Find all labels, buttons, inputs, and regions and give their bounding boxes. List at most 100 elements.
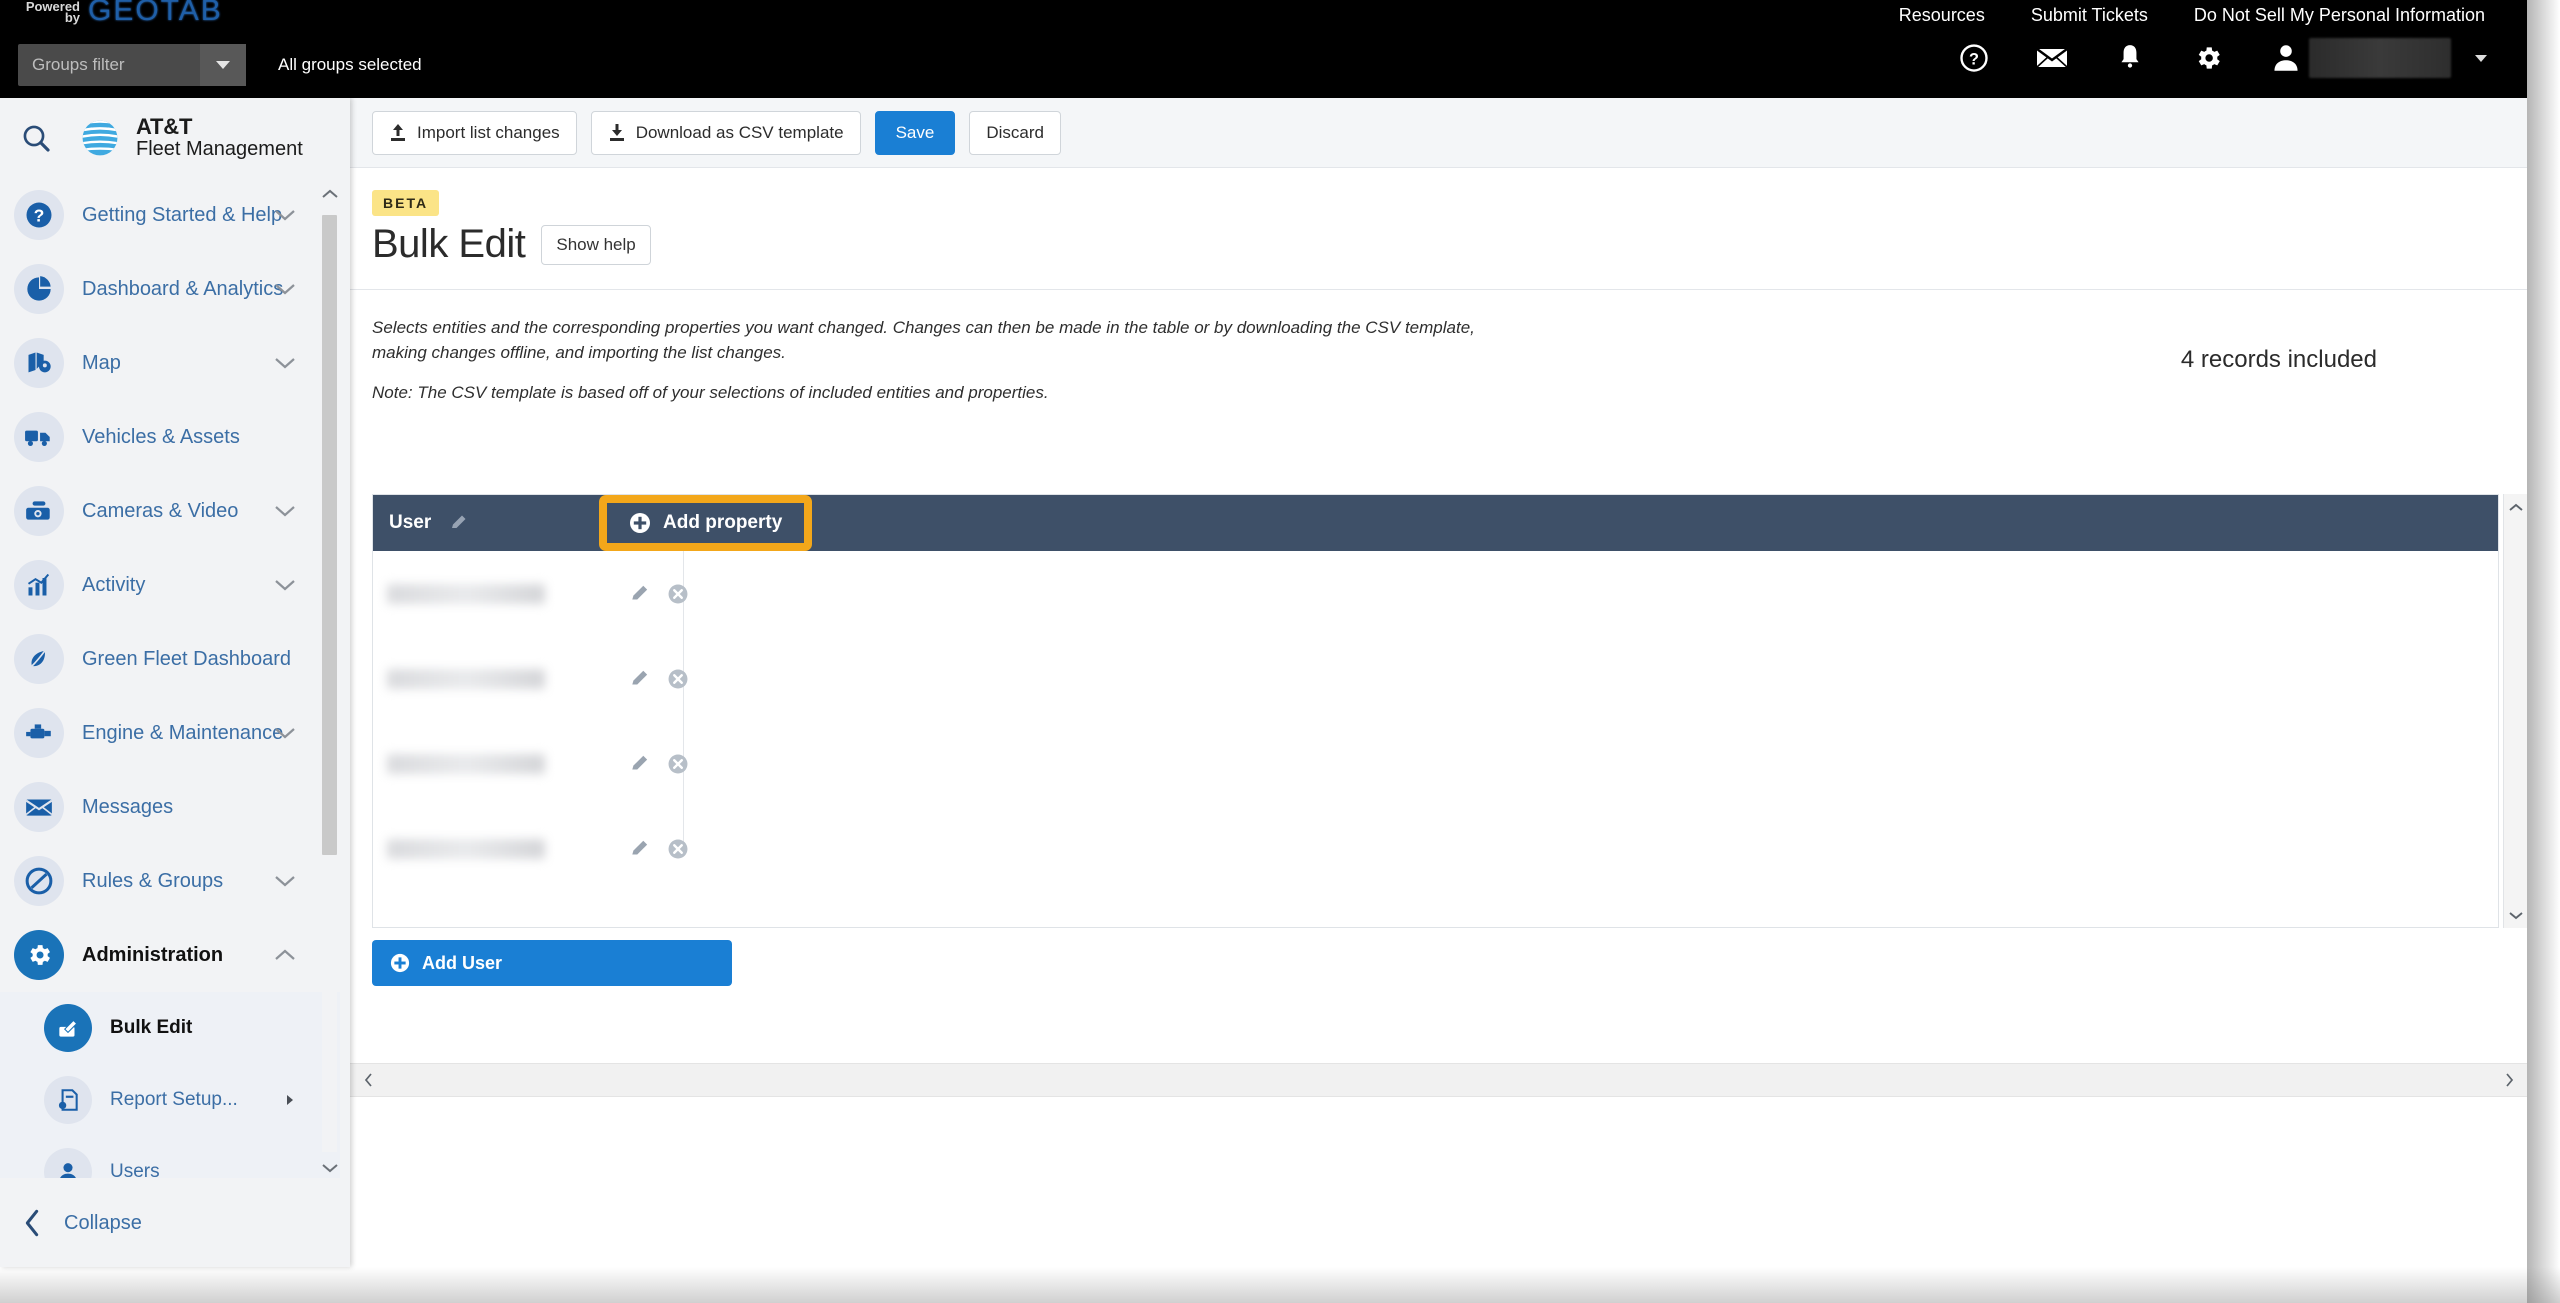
chevron-down-icon[interactable] (274, 504, 296, 518)
sidebar-nav-scroll: ? Getting Started & Help Dashboard & Ana… (0, 178, 340, 1178)
show-help-label: Show help (556, 234, 636, 254)
sidebar-item-administration[interactable]: Administration (0, 918, 340, 992)
show-help-button[interactable]: Show help (541, 224, 651, 265)
sidebar-item-engine-maintenance[interactable]: Engine & Maintenance (0, 696, 340, 770)
add-property-button[interactable]: Add property (603, 499, 809, 547)
leaf-icon (14, 634, 64, 684)
chevron-down-icon[interactable] (274, 356, 296, 370)
sidebar-item-vehicles-assets[interactable]: Vehicles & Assets (0, 400, 340, 474)
download-csv-template-button[interactable]: Download as CSV template (590, 110, 861, 155)
user-menu[interactable] (2269, 38, 2487, 78)
import-list-changes-button[interactable]: Import list changes (372, 110, 577, 155)
plus-circle-icon (630, 513, 650, 533)
chevron-down-icon[interactable] (274, 874, 296, 888)
sidebar-item-bulk-edit[interactable]: Bulk Edit (0, 992, 340, 1064)
remove-circle-icon[interactable] (665, 666, 691, 692)
bulk-edit-table: User Add property (372, 494, 2499, 928)
search-icon[interactable] (16, 118, 56, 158)
help-icon[interactable]: ? (1957, 41, 1991, 75)
geotab-logo: Powered by GEOTAB (22, 0, 282, 28)
scroll-down-icon[interactable] (320, 1156, 340, 1180)
remove-circle-icon[interactable] (665, 751, 691, 777)
bottom-edge-shadow (0, 1267, 2560, 1303)
remove-circle-icon[interactable] (665, 581, 691, 607)
bell-icon[interactable] (2113, 41, 2147, 75)
row-actions (627, 666, 691, 692)
link-do-not-sell[interactable]: Do Not Sell My Personal Information (2194, 5, 2485, 26)
table-body (373, 551, 2498, 927)
pencil-icon[interactable] (627, 666, 653, 692)
sidebar-item-dashboard-analytics[interactable]: Dashboard & Analytics (0, 252, 340, 326)
column-header-label: User (389, 512, 432, 533)
left-sidebar: AT&T Fleet Management ? Getting Started … (0, 98, 350, 1267)
gear-icon (14, 930, 64, 980)
save-label: Save (895, 122, 935, 142)
link-submit-tickets[interactable]: Submit Tickets (2031, 5, 2148, 26)
page-header: BETA Bulk Edit Show help (350, 168, 2527, 290)
scroll-up-icon[interactable] (2504, 494, 2528, 520)
row-actions (627, 836, 691, 862)
groups-filter-placeholder: Groups filter (32, 55, 125, 74)
add-property-label: Add property (663, 512, 783, 533)
table-vertical-scrollbar[interactable] (2503, 494, 2527, 928)
sidebar-item-map[interactable]: Map (0, 326, 340, 400)
table-row[interactable] (373, 551, 2498, 636)
chevron-down-icon[interactable] (2475, 54, 2487, 62)
description-text: Selects entities and the corresponding p… (372, 318, 1475, 362)
sidebar-label: Report Setup... (110, 1089, 238, 1110)
no-entry-icon (14, 856, 64, 906)
sidebar-scrollbar[interactable] (318, 180, 340, 1180)
svg-text:?: ? (34, 205, 45, 225)
top-icon-bar: ? (1957, 38, 2487, 78)
table-row[interactable] (373, 806, 2498, 891)
chevron-down-icon[interactable] (274, 282, 296, 296)
scroll-up-icon[interactable] (320, 182, 340, 206)
sidebar-label: Vehicles & Assets (82, 425, 240, 448)
chevron-up-icon[interactable] (274, 948, 296, 962)
user-icon (44, 1148, 92, 1178)
sidebar-label: Users (110, 1161, 160, 1178)
table-row[interactable] (373, 636, 2498, 721)
sidebar-item-green-fleet-dashboard[interactable]: Green Fleet Dashboard (0, 622, 340, 696)
row-user-name-redacted (387, 668, 545, 689)
app-root: Powered by GEOTAB Resources Submit Ticke… (0, 0, 2560, 1303)
records-included-count: 4 records included (2180, 346, 2377, 373)
scroll-left-icon[interactable] (358, 1068, 378, 1092)
user-name-redacted (2309, 38, 2451, 78)
scrollbar-thumb[interactable] (322, 215, 337, 855)
download-icon (609, 123, 624, 141)
discard-button[interactable]: Discard (969, 110, 1061, 155)
groups-filter-caret[interactable] (200, 44, 246, 86)
pencil-icon[interactable] (449, 513, 469, 533)
sidebar-item-report-setup[interactable]: Report Setup... (0, 1064, 340, 1136)
sidebar-item-getting-started[interactable]: ? Getting Started & Help (0, 178, 340, 252)
row-user-name-redacted (387, 583, 545, 604)
groups-filter-dropdown[interactable]: Groups filter (18, 44, 246, 86)
sidebar-item-activity[interactable]: Activity (0, 548, 340, 622)
sidebar-label: Getting Started & Help (82, 203, 283, 226)
chevron-right-icon[interactable] (284, 1093, 296, 1107)
link-resources[interactable]: Resources (1899, 5, 1985, 26)
sidebar-item-cameras-video[interactable]: Cameras & Video (0, 474, 340, 548)
sidebar-label: Map (82, 351, 121, 374)
table-row[interactable] (373, 721, 2498, 806)
scroll-down-icon[interactable] (2504, 902, 2528, 928)
sidebar-item-messages[interactable]: Messages (0, 770, 340, 844)
remove-circle-icon[interactable] (665, 836, 691, 862)
import-label: Import list changes (417, 122, 560, 142)
sidebar-collapse-button[interactable]: Collapse (0, 1179, 350, 1267)
pencil-icon[interactable] (627, 836, 653, 862)
sidebar-item-rules-groups[interactable]: Rules & Groups (0, 844, 340, 918)
gear-icon[interactable] (2191, 41, 2225, 75)
chevron-down-icon[interactable] (274, 578, 296, 592)
chevron-down-icon[interactable] (274, 208, 296, 222)
save-button[interactable]: Save (874, 110, 956, 155)
chevron-down-icon[interactable] (274, 726, 296, 740)
table-horizontal-scrollbar[interactable] (350, 1063, 2527, 1097)
scroll-right-icon[interactable] (2499, 1068, 2519, 1092)
add-user-button[interactable]: Add User (372, 940, 732, 986)
mail-icon[interactable] (2035, 41, 2069, 75)
pencil-icon[interactable] (627, 751, 653, 777)
sidebar-item-users[interactable]: Users (0, 1136, 340, 1178)
pencil-icon[interactable] (627, 581, 653, 607)
